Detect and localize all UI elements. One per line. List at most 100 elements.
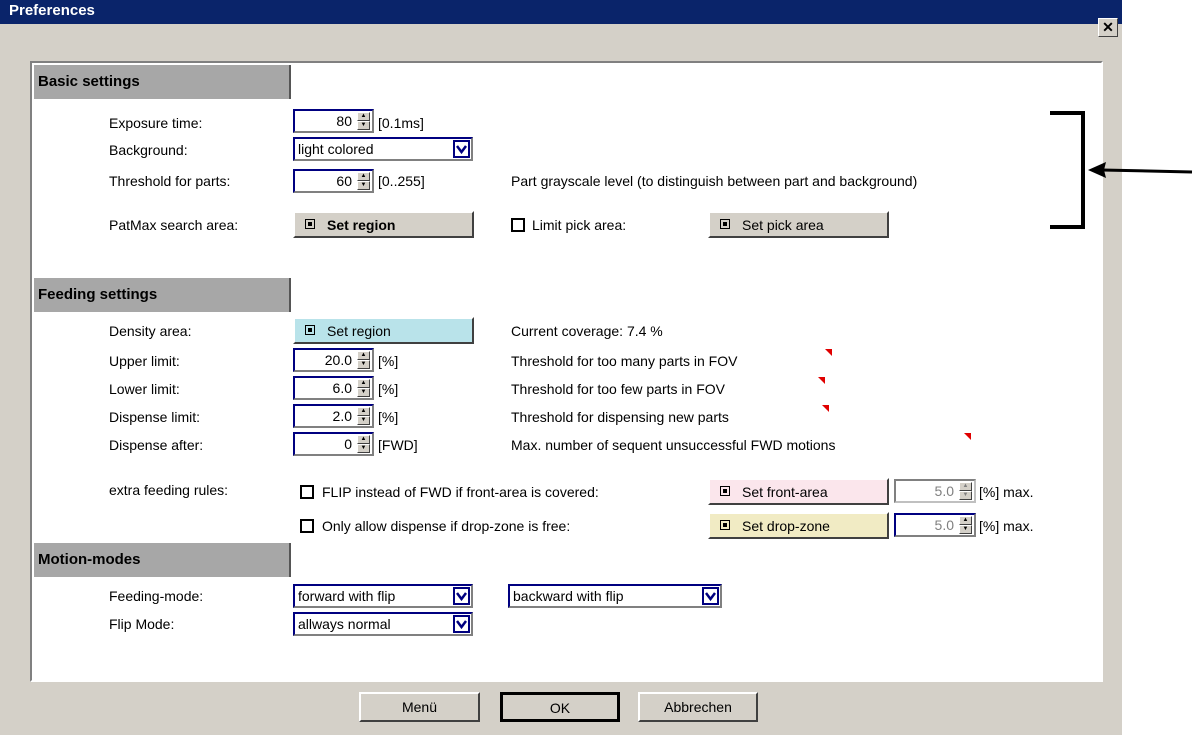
threshold-spinner[interactable]: 60 ▲ ▼ xyxy=(293,169,374,193)
window-title: Preferences xyxy=(9,2,95,19)
lower-limit-value: 6.0 xyxy=(332,380,352,396)
drop-zone-value: 5.0 xyxy=(934,517,954,533)
threshold-unit: [0..255] xyxy=(378,173,425,189)
flip-mode-value: allways normal xyxy=(298,616,391,632)
region-icon xyxy=(720,486,730,496)
drop-zone-label: Only allow dispense if drop-zone is free… xyxy=(322,518,571,534)
current-coverage: Current coverage: 7.4 % xyxy=(511,323,663,339)
spin-down-icon[interactable]: ▼ xyxy=(357,181,370,190)
menu-button[interactable]: Menü xyxy=(359,692,480,722)
motion-modes-heading: Motion-modes xyxy=(34,543,291,577)
spin-up-icon[interactable]: ▲ xyxy=(357,172,370,181)
set-pick-area-button[interactable]: Set pick area xyxy=(708,211,889,238)
front-area-value: 5.0 xyxy=(934,483,954,499)
spin-down-icon[interactable]: ▼ xyxy=(357,416,370,425)
chevron-down-icon[interactable] xyxy=(453,587,470,605)
feeding-mode-backward-value: backward with flip xyxy=(513,588,624,604)
tooltip-marker-icon xyxy=(822,405,829,412)
front-area-unit: [%] max. xyxy=(979,484,1034,500)
spin-up-icon[interactable]: ▲ xyxy=(357,351,370,360)
set-front-area-button[interactable]: Set front-area xyxy=(708,478,889,505)
dispense-limit-unit: [%] xyxy=(378,409,399,425)
spin-up-icon[interactable]: ▲ xyxy=(357,435,370,444)
close-button[interactable]: ✕ xyxy=(1098,18,1118,37)
limit-pick-label: Limit pick area: xyxy=(532,217,627,233)
set-drop-zone-button[interactable]: Set drop-zone xyxy=(708,512,889,539)
upper-limit-label: Upper limit: xyxy=(109,353,180,369)
dispense-after-label: Dispense after: xyxy=(109,437,204,453)
background-select[interactable]: light colored xyxy=(293,137,473,161)
density-set-region-button[interactable]: Set region xyxy=(293,317,474,344)
drop-zone-spinner[interactable]: 5.0 ▲ ▼ xyxy=(894,513,976,537)
spin-up-icon[interactable]: ▲ xyxy=(959,516,972,525)
threshold-hint: Part grayscale level (to distinguish bet… xyxy=(511,173,918,189)
threshold-label: Threshold for parts: xyxy=(109,173,231,189)
upper-limit-value: 20.0 xyxy=(324,352,352,368)
set-region-button[interactable]: Set region xyxy=(293,211,474,238)
region-icon xyxy=(305,325,315,335)
dispense-after-hint: Max. number of sequent unsuccessful FWD … xyxy=(511,437,836,453)
front-area-spinner[interactable]: 5.0 ▲ ▼ xyxy=(894,479,976,503)
spin-down-icon[interactable]: ▼ xyxy=(357,121,370,130)
settings-panel: Basic settings Exposure time: 80 ▲ ▼ [0.1… xyxy=(30,61,1103,682)
spin-down-icon[interactable]: ▼ xyxy=(357,360,370,369)
exposure-time-unit: [0.1ms] xyxy=(378,115,424,131)
spin-down-icon[interactable]: ▼ xyxy=(357,388,370,397)
spin-up-icon[interactable]: ▲ xyxy=(357,407,370,416)
lower-limit-label: Lower limit: xyxy=(109,381,180,397)
upper-limit-spinner[interactable]: 20.0 ▲ ▼ xyxy=(293,348,374,372)
limit-pick-checkbox[interactable] xyxy=(511,218,525,232)
extra-feeding-rules-label: extra feeding rules: xyxy=(109,482,229,498)
density-area-label: Density area: xyxy=(109,323,192,339)
exposure-time-spinner[interactable]: 80 ▲ ▼ xyxy=(293,109,374,133)
feeding-mode-forward-value: forward with flip xyxy=(298,588,396,604)
feeding-mode-forward-select[interactable]: forward with flip xyxy=(293,584,473,608)
spin-down-icon[interactable]: ▼ xyxy=(357,444,370,453)
background-value: light colored xyxy=(298,141,374,157)
spin-down-icon[interactable]: ▼ xyxy=(959,491,972,500)
lower-limit-hint: Threshold for too few parts in FOV xyxy=(511,381,725,397)
preferences-window: Preferences ✕ Basic settings Exposure ti… xyxy=(0,0,1122,735)
dispense-after-value: 0 xyxy=(344,436,352,452)
tooltip-marker-icon xyxy=(818,377,825,384)
feeding-settings-heading: Feeding settings xyxy=(34,278,291,312)
region-icon xyxy=(720,520,730,530)
upper-limit-unit: [%] xyxy=(378,353,399,369)
basic-settings-heading: Basic settings xyxy=(34,65,291,99)
chevron-down-icon[interactable] xyxy=(453,615,470,633)
region-icon xyxy=(305,219,315,229)
dispense-after-unit: [FWD] xyxy=(378,437,418,453)
feeding-mode-backward-select[interactable]: backward with flip xyxy=(508,584,722,608)
threshold-value: 60 xyxy=(336,173,352,189)
title-bar: Preferences xyxy=(0,0,1122,24)
drop-zone-checkbox[interactable] xyxy=(300,519,314,533)
tooltip-marker-icon xyxy=(964,433,971,440)
feeding-mode-label: Feeding-mode: xyxy=(109,588,204,604)
ok-button[interactable]: OK xyxy=(500,692,620,722)
cancel-button[interactable]: Abbrechen xyxy=(638,692,758,722)
spin-up-icon[interactable]: ▲ xyxy=(357,379,370,388)
exposure-time-value: 80 xyxy=(336,113,352,129)
annotation-bracket xyxy=(1050,111,1085,229)
region-icon xyxy=(720,219,730,229)
flip-checkbox[interactable] xyxy=(300,485,314,499)
background-label: Background: xyxy=(109,142,188,158)
dispense-limit-value: 2.0 xyxy=(332,408,352,424)
tooltip-marker-icon xyxy=(825,349,832,356)
flip-label: FLIP instead of FWD if front-area is cov… xyxy=(322,484,599,500)
spin-down-icon[interactable]: ▼ xyxy=(959,525,972,534)
annotation-arrow-icon xyxy=(1088,162,1193,178)
patmax-label: PatMax search area: xyxy=(109,217,239,233)
dispense-after-spinner[interactable]: 0 ▲ ▼ xyxy=(293,432,374,456)
chevron-down-icon[interactable] xyxy=(702,587,719,605)
lower-limit-unit: [%] xyxy=(378,381,399,397)
dispense-limit-hint: Threshold for dispensing new parts xyxy=(511,409,729,425)
spin-up-icon[interactable]: ▲ xyxy=(959,482,972,491)
dispense-limit-label: Dispense limit: xyxy=(109,409,201,425)
chevron-down-icon[interactable] xyxy=(453,140,470,158)
lower-limit-spinner[interactable]: 6.0 ▲ ▼ xyxy=(293,376,374,400)
drop-zone-unit: [%] max. xyxy=(979,518,1034,534)
flip-mode-select[interactable]: allways normal xyxy=(293,612,473,636)
dispense-limit-spinner[interactable]: 2.0 ▲ ▼ xyxy=(293,404,374,428)
spin-up-icon[interactable]: ▲ xyxy=(357,112,370,121)
